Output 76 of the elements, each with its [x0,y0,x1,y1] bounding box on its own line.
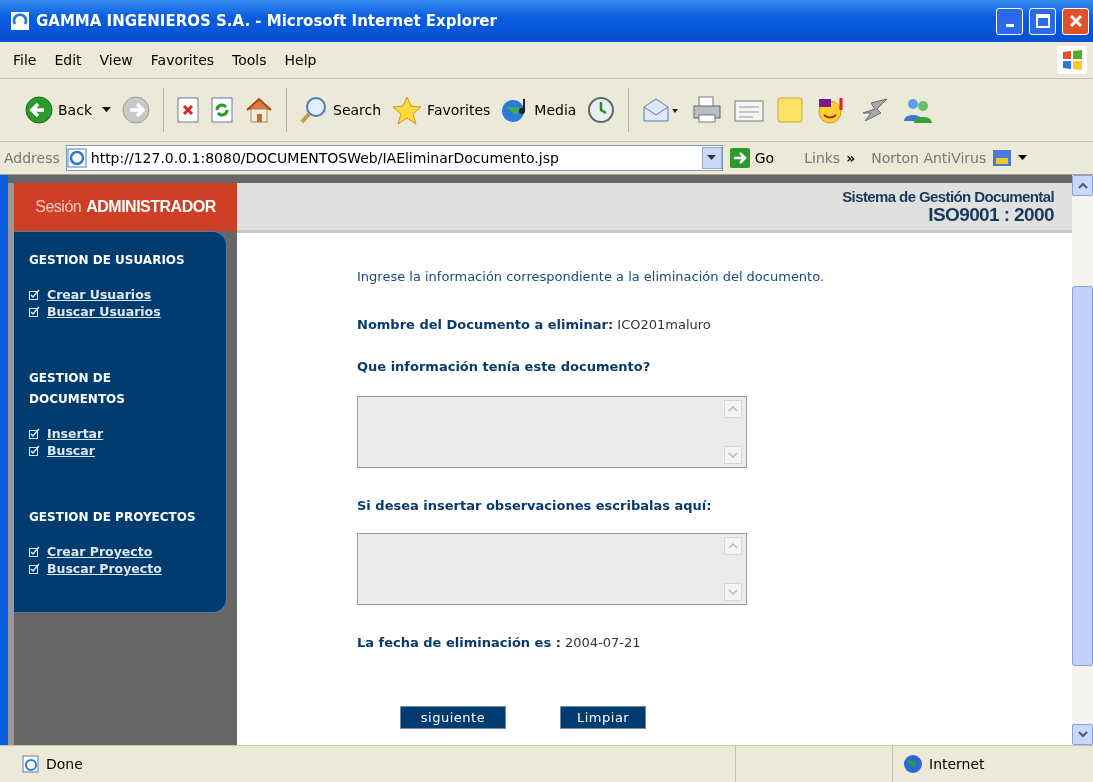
deletion-date: 2004-07-21 [565,635,641,650]
nav-link[interactable]: Crear Usuarios [29,286,226,303]
media-label[interactable]: Media [534,102,577,118]
nav-link[interactable]: Buscar Usuarios [29,303,226,320]
back-icon[interactable] [24,95,54,125]
close-button[interactable] [1062,7,1089,35]
windows-logo-icon [1057,46,1087,74]
address-label: Address [4,150,60,166]
minimize-icon [1005,23,1014,27]
clear-button[interactable]: Limpiar [560,706,647,729]
session-label: Sesión [35,198,82,216]
status-text: Done [46,756,83,772]
document-name-label: Nombre del Documento a eliminar: [357,317,614,332]
window-title: GAMMA INGENIEROS S.A. - Microsoft Internet Explorer [36,12,498,30]
favorites-label[interactable]: Favorites [427,102,491,118]
minimize-button[interactable] [996,7,1023,35]
stop-icon[interactable] [176,97,200,123]
go-button[interactable]: Go [754,150,775,166]
close-icon [1068,14,1083,28]
nav-link[interactable]: Buscar Proyecto [29,560,226,577]
search-label[interactable]: Search [333,102,382,118]
back-label[interactable]: Back [58,102,92,118]
section-heading: GESTION DE DOCUMENTOS [29,370,126,408]
page-icon [22,755,40,773]
system-title: Sistema de Gestión Documental [842,188,1054,205]
menu-item[interactable]: Favorites [141,52,224,68]
date-label: La fecha de eliminación es : [357,635,561,650]
menu-item[interactable]: File [4,52,46,68]
history-icon[interactable] [586,95,617,125]
nav-link[interactable]: Crear Proyecto [29,543,226,560]
section-heading: GESTION DE PROYECTOS [29,509,197,526]
next-button[interactable]: siguiente [400,706,506,729]
checkbox-icon [29,306,41,317]
arrow-down-icon [1077,731,1088,738]
dropdown-arrow-icon [707,155,717,161]
more-links-button[interactable]: » [846,150,856,166]
arrow-up-icon [1077,182,1088,189]
checkbox-icon [29,546,41,557]
page-icon [66,148,87,168]
dropdown-button[interactable] [701,147,722,169]
home-icon[interactable] [244,95,274,125]
intro-text: Ingrese la información correspondiente a la eliminación del documento. [357,269,826,284]
dropdown-arrow-icon[interactable] [1018,155,1028,161]
checkbox-icon [29,563,41,574]
standard-title: ISO9001 : 2000 [928,205,1054,225]
menu-item[interactable]: Help [275,52,326,68]
links-button[interactable]: Links [804,150,841,166]
checkbox-icon [29,289,41,300]
menu-item[interactable]: Tools [223,52,276,68]
scroll-down-button[interactable] [1072,724,1093,745]
nav-link[interactable]: Buscar [29,442,226,459]
maximize-button[interactable] [1029,7,1056,35]
dropdown-arrow-icon[interactable] [102,107,111,113]
session-role: ADMINISTRADOR [86,198,216,216]
print-icon[interactable] [691,95,724,125]
shield-icon[interactable] [992,148,1013,168]
norton-antivirus-button[interactable]: Norton AntiVirus [871,150,987,166]
document-name: ICO201maluro [617,317,711,332]
browser-icon [10,11,30,31]
refresh-icon[interactable] [210,97,234,123]
observations-label: Si desea insertar observaciones escribalas aquí: [357,498,713,513]
zone-text: Internet [929,756,985,772]
scroll-up-button[interactable] [1072,175,1093,196]
maximize-icon [1035,14,1050,28]
address-field[interactable]: http://127.0.0.1:8080/DOCUMENTOSWeb/IAEliminarDocumento.jsp [65,145,723,171]
search-icon[interactable] [299,95,329,125]
globe-icon [903,754,923,774]
menu-item[interactable]: View [90,52,142,68]
forward-icon[interactable] [121,95,151,125]
checkbox-icon [29,445,41,456]
section-heading: GESTION DE USUARIOS [29,252,186,269]
nav-link[interactable]: Insertar [29,425,226,442]
menu-item[interactable]: Edit [45,52,91,68]
checkbox-icon [29,428,41,439]
information-label: Que información tenía este documento? [357,359,652,374]
favorites-icon[interactable] [391,95,424,125]
